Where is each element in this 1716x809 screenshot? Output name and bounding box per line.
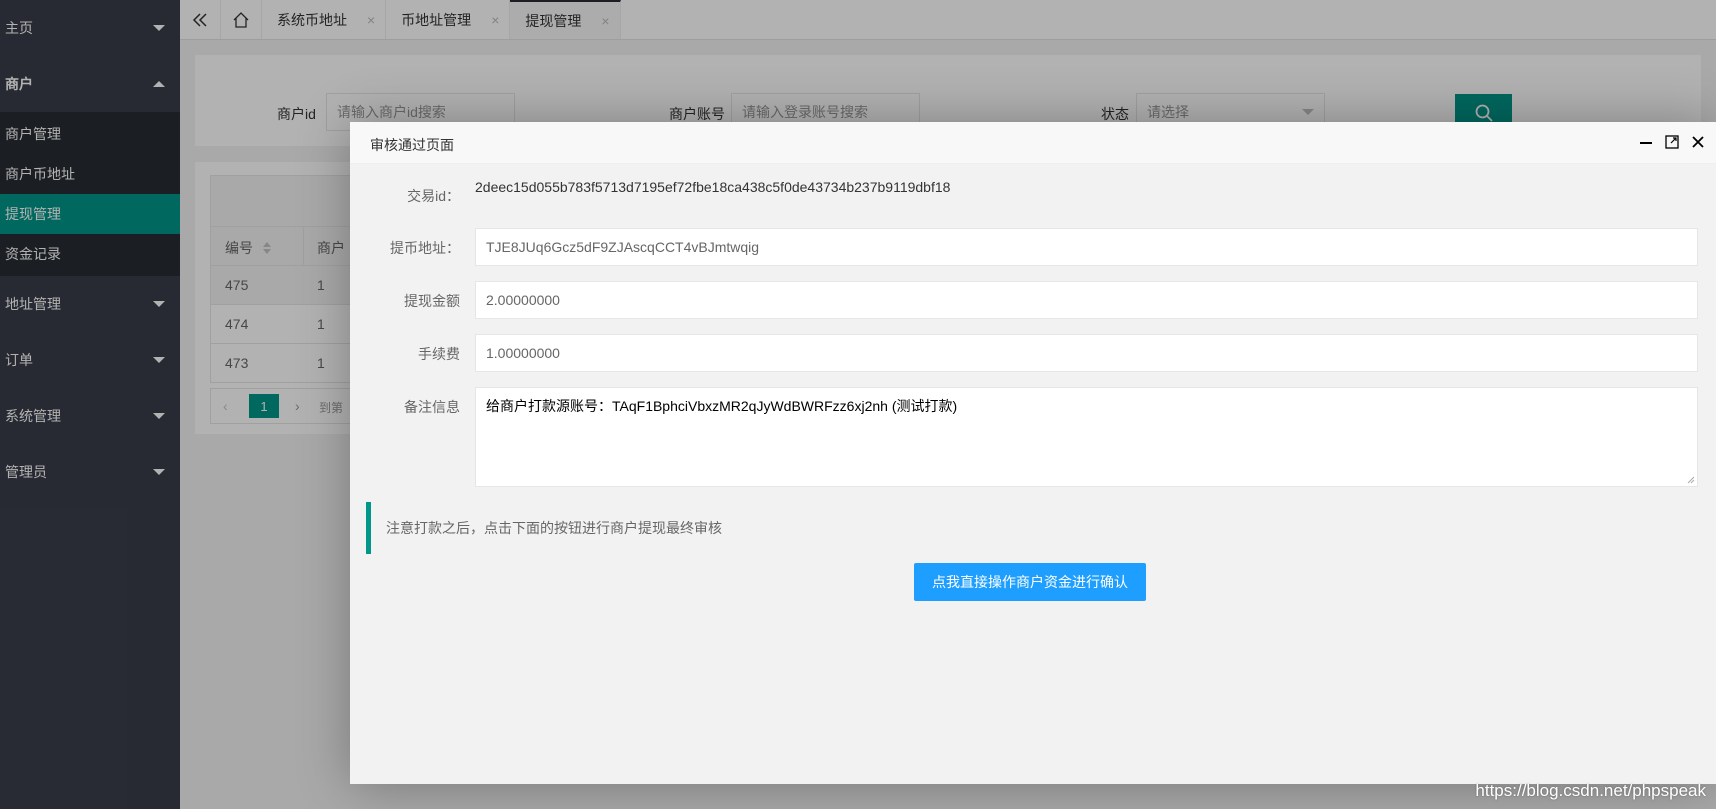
- approval-dialog: 审核通过页面 交易id： 2deec15d055b783f5713d7195ef…: [350, 122, 1716, 784]
- maximize-icon[interactable]: [1664, 134, 1680, 150]
- notice-quote: 注意打款之后，点击下面的按钮进行商户提现最终审核: [366, 502, 1698, 554]
- close-icon[interactable]: [1690, 134, 1706, 150]
- remark-textarea[interactable]: 给商户打款源账号：TAqF1BphciVbxzMR2qJyWdBWRFzz6xj…: [475, 387, 1698, 487]
- confirm-funds-button[interactable]: 点我直接操作商户资金进行确认: [914, 563, 1146, 601]
- dialog-controls: [1638, 134, 1706, 150]
- dialog-header: 审核通过页面: [350, 122, 1716, 164]
- resize-grip-icon[interactable]: [1687, 476, 1695, 484]
- notice-text: 注意打款之后，点击下面的按钮进行商户提现最终审核: [386, 520, 722, 536]
- withdraw-address-field[interactable]: TJE8JUq6Gcz5dF9ZJAscqCCT4vBJmtwqig: [475, 228, 1698, 266]
- withdraw-address-label: 提币地址：: [390, 240, 460, 256]
- withdraw-amount-label: 提现金额: [404, 293, 460, 309]
- fee-label: 手续费: [418, 346, 460, 362]
- remark-label: 备注信息: [404, 399, 460, 415]
- watermark: https://blog.csdn.net/phpspeak: [1475, 781, 1706, 800]
- tx-id-value: 2deec15d055b783f5713d7195ef72fbe18ca438c…: [475, 179, 951, 195]
- minimize-icon[interactable]: [1638, 134, 1654, 150]
- dialog-title: 审核通过页面: [370, 137, 454, 153]
- tx-id-label: 交易id：: [407, 188, 460, 204]
- remark-text: 给商户打款源账号：TAqF1BphciVbxzMR2qJyWdBWRFzz6xj…: [486, 398, 958, 414]
- fee-field[interactable]: 1.00000000: [475, 334, 1698, 372]
- withdraw-amount-field[interactable]: 2.00000000: [475, 281, 1698, 319]
